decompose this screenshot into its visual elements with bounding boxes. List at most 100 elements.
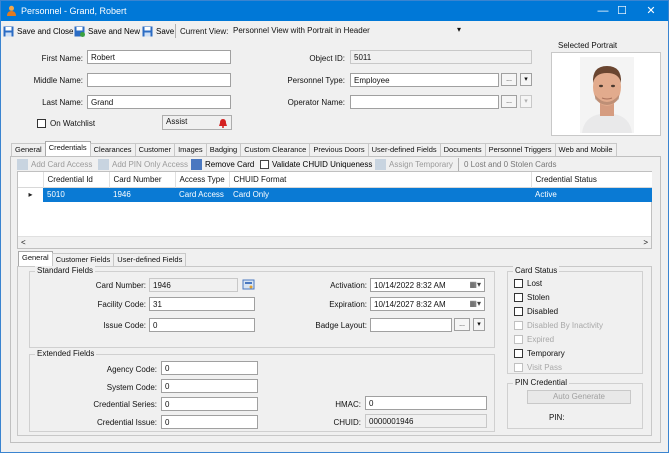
- scroll-left-icon[interactable]: <: [21, 238, 26, 247]
- activation-label: Activation:: [330, 281, 367, 290]
- last-name-label: Last Name:: [42, 98, 83, 107]
- tab-customer[interactable]: Customer: [134, 143, 176, 156]
- save-and-close-button[interactable]: Save and Close: [3, 24, 73, 38]
- bell-icon: [219, 119, 227, 128]
- portrait-image: [580, 57, 634, 133]
- badge-layout-browse-button[interactable]: ...: [454, 318, 470, 331]
- chevron-down-icon: ▾: [456, 25, 461, 34]
- tab-general[interactable]: General: [11, 143, 46, 156]
- facility-code-field[interactable]: 31: [149, 297, 255, 311]
- table-row[interactable]: ▸ 5010 1946 Card Access Card Only Active: [18, 187, 652, 202]
- remove-card-button[interactable]: Remove Card: [191, 157, 254, 171]
- save-close-icon: [3, 26, 14, 36]
- cell-chuid-format: Card Only: [233, 190, 270, 200]
- chuid-field: 0000001946: [365, 414, 487, 428]
- tab-badging[interactable]: Badging: [205, 143, 242, 156]
- selected-portrait-label: Selected Portrait: [558, 41, 618, 50]
- subtab-general[interactable]: General: [18, 251, 53, 266]
- main-toolbar: Save and Close Save and New Save Current…: [1, 21, 668, 41]
- credential-series-label: Credential Series:: [93, 400, 157, 409]
- tab-documents[interactable]: Documents: [439, 143, 486, 156]
- assign-temporary-button: Assign Temporary: [375, 157, 453, 171]
- cell-credential-id: 5010: [47, 190, 65, 200]
- tab-credentials[interactable]: Credentials: [44, 141, 91, 156]
- auto-generate-button: Auto Generate: [527, 390, 631, 404]
- badge-layout-field[interactable]: [370, 318, 452, 332]
- assist-button[interactable]: Assist: [162, 115, 232, 130]
- column-header-chuid-format[interactable]: CHUID Format: [229, 172, 532, 187]
- main-tabs: General Credentials Clearances Customer …: [11, 141, 617, 156]
- column-header-credential-id[interactable]: Credential Id: [43, 172, 110, 187]
- column-header-access-type[interactable]: Access Type: [175, 172, 230, 187]
- badge-layout-dropdown[interactable]: ▾: [473, 318, 485, 331]
- person-icon: [7, 5, 16, 16]
- close-button[interactable]: ✕: [634, 1, 668, 21]
- card-reader-icon[interactable]: [242, 278, 255, 291]
- cell-access-type: Card Access: [179, 190, 224, 200]
- credentials-grid: Credential Id Card Number Access Type CH…: [17, 171, 652, 249]
- expiration-label: Expiration:: [329, 300, 367, 309]
- column-header-card-number[interactable]: Card Number: [109, 172, 176, 187]
- system-code-field[interactable]: 0: [161, 379, 258, 393]
- system-code-label: System Code:: [106, 383, 157, 392]
- middle-name-field[interactable]: [87, 73, 231, 87]
- temporary-checkbox[interactable]: Temporary: [514, 349, 565, 358]
- add-card-access-button: Add Card Access: [17, 157, 92, 171]
- lost-checkbox[interactable]: Lost: [514, 279, 542, 288]
- portrait-frame[interactable]: [551, 52, 661, 136]
- credential-series-field[interactable]: 0: [161, 397, 258, 411]
- disabled-checkbox[interactable]: Disabled: [514, 307, 558, 316]
- last-name-field[interactable]: Grand: [87, 95, 231, 109]
- badge-layout-label: Badge Layout:: [315, 321, 367, 330]
- validate-chuid-button[interactable]: Validate CHUID Uniqueness: [260, 157, 372, 171]
- agency-code-label: Agency Code:: [106, 365, 157, 374]
- operator-name-browse-button[interactable]: ...: [501, 95, 517, 108]
- object-id-field: 5011: [350, 50, 532, 64]
- facility-code-label: Facility Code:: [97, 300, 146, 309]
- tab-images[interactable]: Images: [174, 143, 207, 156]
- agency-code-field[interactable]: 0: [161, 361, 258, 375]
- column-header-credential-status[interactable]: Credential Status: [531, 172, 652, 187]
- checkbox-icon: [260, 159, 269, 169]
- tab-user-defined-fields[interactable]: User-defined Fields: [367, 143, 441, 156]
- add-pin-only-access-button: Add PIN Only Access: [98, 157, 188, 171]
- scroll-right-icon[interactable]: >: [643, 238, 648, 247]
- personnel-type-label: Personnel Type:: [287, 76, 345, 85]
- personnel-type-dropdown[interactable]: ▾: [520, 73, 532, 86]
- toolbar-separator: [458, 158, 459, 172]
- expiration-datetime[interactable]: 10/14/2027 8:32 AM ▦▾: [370, 297, 485, 311]
- visit-pass-checkbox: Visit Pass: [514, 363, 562, 372]
- horizontal-scrollbar[interactable]: < >: [18, 236, 651, 248]
- tab-web-and-mobile[interactable]: Web and Mobile: [554, 143, 617, 156]
- hmac-field[interactable]: 0: [365, 396, 487, 410]
- pin-credential-title: PIN Credential: [513, 378, 570, 387]
- subtab-customer-fields[interactable]: Customer Fields: [51, 253, 115, 266]
- personnel-type-browse-button[interactable]: ...: [501, 73, 517, 86]
- personnel-type-field[interactable]: Employee: [350, 73, 499, 87]
- subtab-user-defined-fields[interactable]: User-defined Fields: [113, 253, 187, 266]
- credential-issue-field[interactable]: 0: [161, 415, 258, 429]
- watchlist-checkbox[interactable]: On Watchlist: [37, 119, 95, 128]
- calendar-icon[interactable]: ▦▾: [469, 299, 481, 308]
- stolen-checkbox[interactable]: Stolen: [514, 293, 550, 302]
- credential-issue-label: Credential Issue:: [96, 418, 157, 427]
- tab-personnel-triggers[interactable]: Personnel Triggers: [484, 143, 556, 156]
- activation-datetime[interactable]: 10/14/2022 8:32 AM ▦▾: [370, 278, 485, 292]
- tab-custom-clearance[interactable]: Custom Clearance: [240, 143, 311, 156]
- disabled-by-inactivity-checkbox: Disabled By Inactivity: [514, 321, 603, 330]
- extended-fields-title: Extended Fields: [35, 349, 97, 358]
- tab-clearances[interactable]: Clearances: [89, 143, 136, 156]
- remove-card-icon: [191, 158, 202, 170]
- operator-name-field[interactable]: [350, 95, 499, 109]
- first-name-field[interactable]: Robert: [87, 50, 231, 64]
- row-selector-icon: ▸: [18, 187, 43, 202]
- title-bar: Personnel - Grand, Robert — ☐ ✕: [1, 1, 668, 21]
- save-new-icon: [74, 26, 85, 37]
- save-and-new-button[interactable]: Save and New: [74, 24, 140, 38]
- save-button[interactable]: Save: [142, 24, 174, 38]
- current-view-select[interactable]: Personnel View with Portrait in Header ▾: [230, 24, 465, 38]
- toolbar-separator: [175, 24, 176, 38]
- calendar-icon[interactable]: ▦▾: [469, 280, 481, 289]
- tab-previous-doors[interactable]: Previous Doors: [309, 143, 369, 156]
- issue-code-field[interactable]: 0: [149, 318, 255, 332]
